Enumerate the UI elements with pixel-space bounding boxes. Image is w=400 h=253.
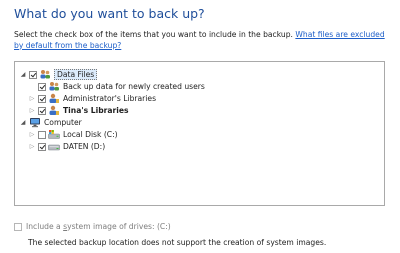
expanded-arrow-icon[interactable]: ◢ <box>19 71 27 79</box>
newly-created-users-checkbox[interactable] <box>38 82 46 91</box>
data-files-label: Data Files <box>54 69 98 80</box>
system-drive-icon <box>48 130 60 139</box>
page-title: What do you want to back up? <box>14 6 205 21</box>
system-image-label-start: Include a <box>26 222 64 231</box>
expanded-arrow-icon[interactable]: ◢ <box>19 119 27 127</box>
instruction-text: Select the check box of the items that y… <box>14 30 392 51</box>
user-icon <box>49 93 59 103</box>
tina-libraries-label: Tina's Libraries <box>63 106 129 115</box>
tree-item-newly-created-users[interactable]: Back up data for newly created users <box>38 81 205 92</box>
collapsed-arrow-icon[interactable]: ▷ <box>28 107 36 115</box>
drive-icon <box>48 144 60 151</box>
users-icon <box>40 70 50 79</box>
local-disk-label: Local Disk (C:) <box>63 130 118 139</box>
system-image-option: Include a system image of drives: (C:) <box>14 222 171 231</box>
newly-created-users-label: Back up data for newly created users <box>63 82 205 91</box>
computer-icon <box>30 118 40 128</box>
computer-label: Computer <box>44 118 82 127</box>
daten-label: DATEN (D:) <box>63 142 106 151</box>
users-icon <box>49 82 59 91</box>
system-image-note: The selected backup location does not su… <box>28 238 327 247</box>
tree-item-local-disk[interactable]: ▷ Local Disk (C:) <box>28 129 118 140</box>
tree-item-daten[interactable]: ▷ DATEN (D:) <box>28 141 106 152</box>
collapsed-arrow-icon[interactable]: ▷ <box>28 95 36 103</box>
data-files-checkbox[interactable] <box>29 70 37 79</box>
tree-item-admin-libraries[interactable]: ▷ Administrator's Libraries <box>28 93 156 104</box>
system-image-label: Include a system image of drives: (C:) <box>26 222 171 231</box>
instruction-label: Select the check box of the items that y… <box>14 30 293 39</box>
backup-items-tree[interactable]: ◢ Data Files Back up data for newly crea… <box>14 61 385 206</box>
local-disk-checkbox[interactable] <box>38 130 46 139</box>
tree-item-data-files[interactable]: ◢ Data Files <box>19 69 98 80</box>
user-icon <box>49 105 59 115</box>
tree-item-tina-libraries[interactable]: ▷ Tina's Libraries <box>28 105 129 116</box>
system-image-label-end: ystem image of drives: (C:) <box>67 222 171 231</box>
system-image-checkbox[interactable] <box>14 222 22 231</box>
collapsed-arrow-icon[interactable]: ▷ <box>28 131 36 139</box>
admin-libraries-label: Administrator's Libraries <box>63 94 157 103</box>
admin-libraries-checkbox[interactable] <box>38 94 46 103</box>
daten-checkbox[interactable] <box>38 142 46 151</box>
collapsed-arrow-icon[interactable]: ▷ <box>28 143 36 151</box>
tree-item-computer[interactable]: ◢ Computer <box>19 117 82 128</box>
tina-libraries-checkbox[interactable] <box>38 106 46 115</box>
